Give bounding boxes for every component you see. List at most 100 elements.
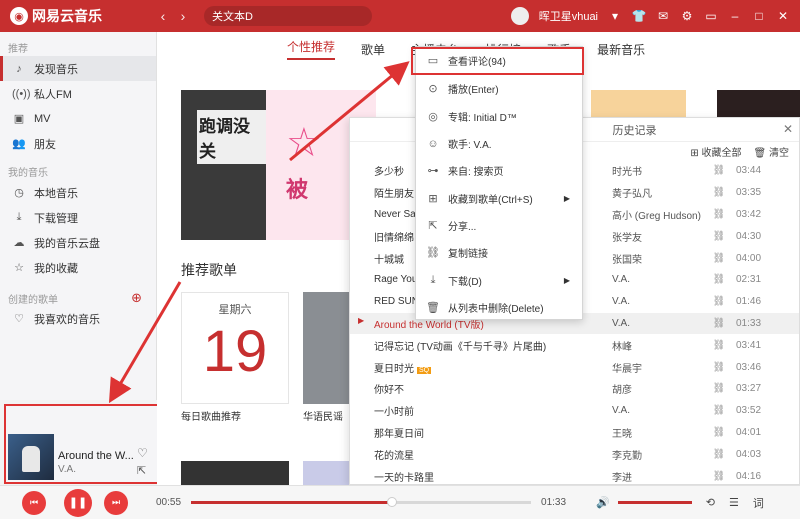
add-playlist-icon[interactable]: ⊕	[131, 290, 142, 306]
song-artist[interactable]: V.A.	[612, 318, 702, 329]
link-icon[interactable]: ⛓	[702, 165, 736, 176]
context-menu-item[interactable]: ⊞ 收藏到歌单(Ctrl+S) ▶	[416, 184, 582, 211]
trash-icon: 🗑	[753, 147, 769, 159]
song-artist[interactable]: 李进	[612, 469, 702, 484]
queue-row[interactable]: 那年夏日间 王晓 ⛓ 04:01	[350, 422, 799, 444]
context-menu-item[interactable]: ⊙ 播放(Enter)	[416, 75, 582, 102]
link-icon[interactable]: ⛓	[702, 427, 736, 438]
queue-row[interactable]: 一小时前 V.A. ⛓ 03:52	[350, 400, 799, 422]
sidebar-item-discover[interactable]: ♪ 发现音乐	[0, 56, 156, 81]
context-menu-item[interactable]: ⤓ 下载(D) ▶	[416, 266, 582, 293]
link-icon[interactable]: ⛓	[702, 296, 736, 307]
sidebar-item-liked[interactable]: ♡ 我喜欢的音乐	[0, 306, 156, 331]
app-logo[interactable]: ◉ 网易云音乐	[10, 6, 150, 26]
settings-icon[interactable]: ⚙	[680, 9, 694, 23]
avatar[interactable]	[510, 7, 529, 25]
playlist-label[interactable]: 华语民谣	[303, 408, 343, 423]
song-artist[interactable]: 李克勤	[612, 447, 702, 462]
banner-image[interactable]: 跑调没关	[181, 90, 266, 240]
volume-icon[interactable]: 🔊	[596, 496, 610, 509]
link-icon[interactable]: ⛓	[702, 274, 736, 285]
pause-icon[interactable]: ❚❚	[64, 488, 92, 517]
tab-personal[interactable]: 个性推荐	[287, 38, 336, 60]
context-menu-item[interactable]: ⛓ 复制链接	[416, 239, 582, 266]
song-artist[interactable]: V.A.	[612, 296, 702, 307]
song-artist[interactable]: 张学友	[612, 229, 702, 244]
search-input[interactable]	[204, 6, 372, 26]
previous-icon[interactable]: ⏮	[22, 490, 46, 515]
song-artist[interactable]: V.A.	[612, 274, 702, 285]
sidebar-item-fm[interactable]: ((•)) 私人FM	[0, 81, 156, 106]
link-icon[interactable]: ⛓	[702, 253, 736, 264]
share-icon[interactable]: ⇱	[137, 464, 146, 477]
dropdown-caret-icon[interactable]: ▾	[608, 9, 622, 23]
username[interactable]: 晖卫星vhuai	[539, 8, 598, 24]
song-artist[interactable]: 华晨宇	[612, 360, 702, 375]
link-icon[interactable]: ⛓	[702, 187, 736, 198]
tab-history[interactable]: 历史记录	[613, 122, 657, 138]
lyric-icon[interactable]: 词	[753, 495, 764, 511]
close-icon[interactable]: ✕	[776, 9, 790, 23]
link-icon[interactable]: ⛓	[702, 405, 736, 416]
minimize-icon[interactable]: –	[728, 9, 742, 23]
clear-button[interactable]: 🗑 清空	[754, 144, 789, 159]
maximize-icon[interactable]: □	[752, 9, 766, 23]
link-icon[interactable]: ⛓	[702, 471, 736, 482]
like-heart-icon[interactable]: ♡	[137, 446, 148, 460]
now-playing-card[interactable]: Around the W... V.A. ♡ ⇱	[4, 404, 162, 484]
song-artist[interactable]: 林峰	[612, 338, 702, 353]
link-icon[interactable]: ⛓	[702, 340, 736, 351]
queue-row[interactable]: 夏日时光 SQ 华晨宇 ⛓ 03:46	[350, 356, 799, 378]
loop-icon[interactable]: ⟲	[706, 496, 715, 509]
sidebar-item-mv[interactable]: ▣ MV	[0, 106, 156, 131]
close-icon[interactable]: ✕	[783, 122, 793, 136]
mail-icon[interactable]: ✉	[656, 9, 670, 23]
queue-row[interactable]: 一天的卡路里 李进 ⛓ 04:16	[350, 465, 799, 484]
playlist-cover[interactable]	[181, 461, 289, 485]
link-icon[interactable]: ⛓	[702, 209, 736, 220]
context-menu-item[interactable]: 🗑 从列表中删除(Delete)	[416, 294, 582, 321]
song-artist[interactable]: 张国荣	[612, 251, 702, 266]
context-menu-item[interactable]: ☺ 歌手: V.A.	[416, 130, 582, 157]
tab-new-music[interactable]: 最新音乐	[597, 41, 645, 58]
progress-knob[interactable]	[386, 497, 397, 507]
link-icon[interactable]: ⛓	[702, 362, 736, 373]
queue-row[interactable]: 花的流星 李克勤 ⛓ 04:03	[350, 443, 799, 465]
song-artist[interactable]: 高小 (Greg Hudson)	[612, 207, 702, 222]
volume-slider[interactable]	[617, 501, 692, 504]
playlist-icon[interactable]: ☰	[729, 496, 739, 509]
now-playing-artist[interactable]: V.A.	[58, 464, 76, 475]
back-arrow-icon[interactable]: ‹	[156, 8, 170, 24]
context-menu: ▭ 查看评论(94) ⊙ 播放(Enter) ◎ 专辑: Initial D™ ☺ 歌手: V…	[415, 46, 583, 320]
link-icon[interactable]: ⛓	[702, 231, 736, 242]
sidebar-item-cloud[interactable]: ☁ 我的音乐云盘	[0, 230, 156, 255]
context-menu-item[interactable]: ⊶ 来自: 搜索页	[416, 157, 582, 184]
recommend-title[interactable]: 推荐歌单	[181, 260, 237, 280]
queue-row[interactable]: 记得忘记 (TV动画《千与千寻》片尾曲) 林峰 ⛓ 03:41	[350, 334, 799, 356]
link-icon[interactable]: ⛓	[702, 318, 736, 329]
progress-bar[interactable]	[191, 497, 532, 507]
daily-recommend-label[interactable]: 每日歌曲推荐	[181, 408, 241, 423]
sidebar-item-downloads[interactable]: ⤓ 下载管理	[0, 205, 156, 230]
sidebar-item-friends[interactable]: 👥 朋友	[0, 131, 156, 156]
sidebar-item-collection[interactable]: ☆ 我的收藏	[0, 255, 156, 280]
song-artist[interactable]: 黄子弘凡	[612, 185, 702, 200]
tab-playlists[interactable]: 歌单	[361, 41, 385, 58]
next-icon[interactable]: ⏭	[104, 490, 128, 515]
song-artist[interactable]: 时光书	[612, 163, 702, 178]
collect-all-button[interactable]: ⊞ 收藏全部	[690, 144, 741, 159]
song-artist[interactable]: 王晓	[612, 425, 702, 440]
daily-recommend-card[interactable]: 星期六 19	[181, 292, 289, 404]
sidebar-item-local[interactable]: ◷ 本地音乐	[0, 180, 156, 205]
link-icon[interactable]: ⛓	[702, 449, 736, 460]
forward-arrow-icon[interactable]: ›	[176, 8, 190, 24]
album-cover[interactable]	[8, 434, 54, 480]
song-artist[interactable]: V.A.	[612, 405, 702, 416]
context-menu-item[interactable]: ◎ 专辑: Initial D™	[416, 103, 582, 130]
queue-row[interactable]: 你好不 胡彦 ⛓ 03:27	[350, 378, 799, 400]
context-menu-item[interactable]: ⇱ 分享...	[416, 212, 582, 239]
mini-mode-icon[interactable]: ▭	[704, 9, 718, 23]
skin-icon[interactable]: 👕	[632, 9, 647, 23]
song-artist[interactable]: 胡彦	[612, 381, 702, 396]
link-icon[interactable]: ⛓	[702, 383, 736, 394]
